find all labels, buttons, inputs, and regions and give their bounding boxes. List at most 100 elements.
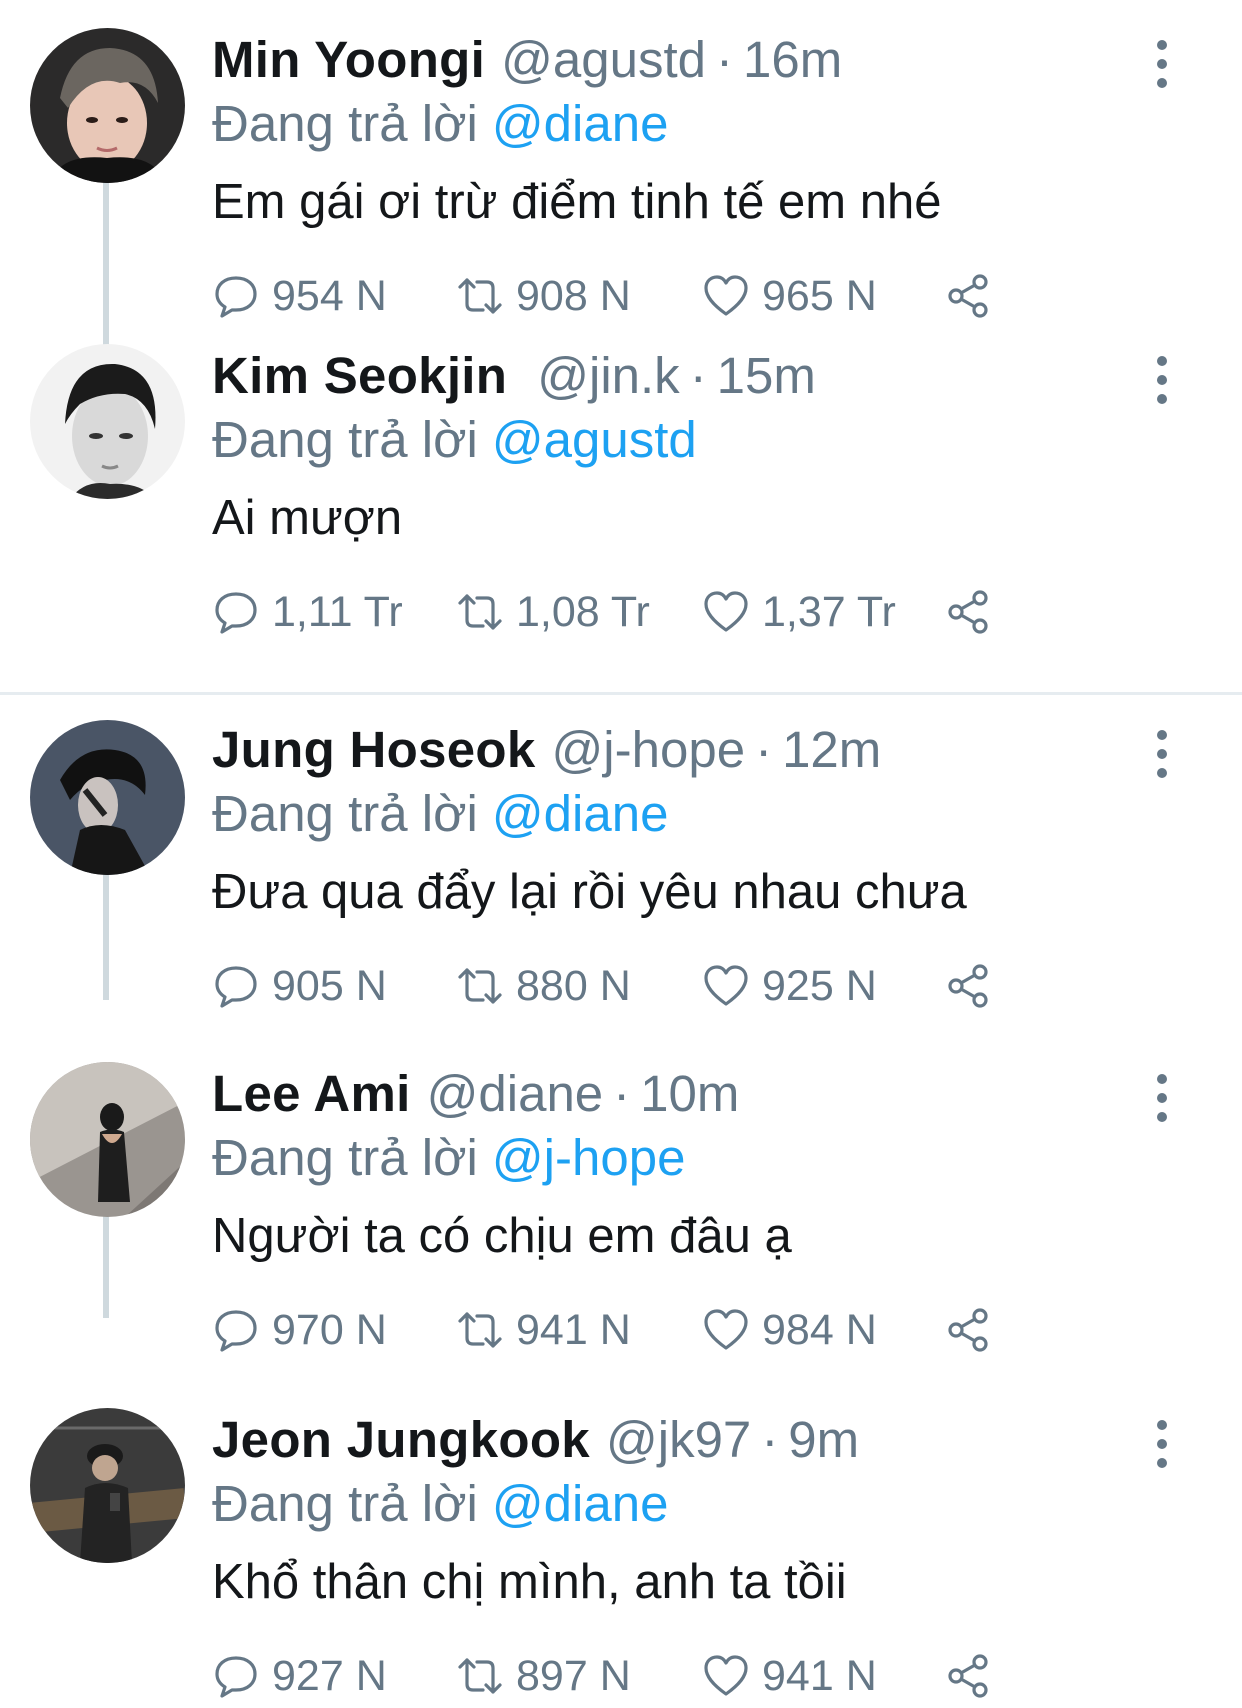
tweet-text: Em gái ơi trừ điểm tinh tế em nhé: [212, 175, 942, 229]
avatar[interactable]: [30, 1408, 185, 1563]
more-options-icon[interactable]: [1150, 1074, 1174, 1122]
timestamp[interactable]: 15m: [717, 346, 816, 406]
share-nodes-icon: [948, 274, 988, 318]
heart-outline-icon: [704, 275, 748, 316]
tweet-actions: 905 N 880 N 925 N: [212, 958, 1012, 1014]
reply-button[interactable]: 905 N: [212, 958, 387, 1014]
more-options-icon[interactable]: [1150, 730, 1174, 778]
avatar[interactable]: [30, 344, 185, 499]
timestamp[interactable]: 9m: [788, 1410, 859, 1470]
more-options-icon[interactable]: [1150, 1420, 1174, 1468]
avatar-photo-icon: [30, 28, 185, 183]
share-nodes-icon: [948, 590, 988, 634]
separator-dot: ·: [755, 721, 773, 778]
heart-outline-icon: [704, 1655, 748, 1696]
like-count: 965 N: [762, 271, 877, 320]
timestamp[interactable]: 16m: [743, 30, 842, 90]
avatar[interactable]: [30, 720, 185, 875]
share-button[interactable]: [944, 1302, 1004, 1358]
speech-bubble-icon: [215, 966, 257, 1008]
more-options-icon[interactable]: [1150, 40, 1174, 88]
share-button[interactable]: [944, 1648, 1004, 1704]
speech-bubble-icon: [215, 1310, 257, 1352]
retweet-button[interactable]: 880 N: [456, 958, 631, 1014]
replying-to-handle[interactable]: @diane: [492, 95, 669, 152]
display-name[interactable]: Jeon Jungkook: [212, 1410, 590, 1470]
tweet-header: Min Yoongi @agustd · 16m: [212, 30, 842, 90]
display-name[interactable]: Jung Hoseok: [212, 720, 536, 780]
reply-button[interactable]: 927 N: [212, 1648, 387, 1704]
avatar[interactable]: [30, 28, 185, 183]
avatar-photo-icon: [30, 720, 185, 875]
avatar[interactable]: [30, 1062, 185, 1217]
like-button[interactable]: 984 N: [702, 1302, 877, 1358]
separator-dot: ·: [761, 1411, 779, 1468]
retweet-arrows-icon: [458, 278, 502, 314]
reply-button[interactable]: 1,11 Tr: [212, 584, 403, 640]
user-handle[interactable]: @agustd: [501, 30, 706, 90]
retweet-button[interactable]: 941 N: [456, 1302, 631, 1358]
user-handle[interactable]: @diane: [427, 1064, 604, 1124]
reply-button[interactable]: 970 N: [212, 1302, 387, 1358]
tweet-text: Đưa qua đẩy lại rồi yêu nhau chưa: [212, 865, 967, 919]
reply-count: 927 N: [272, 1651, 387, 1700]
separator-dot: ·: [689, 347, 707, 404]
share-nodes-icon: [948, 964, 988, 1008]
tweet-text: Ai mượn: [212, 491, 403, 545]
tweet[interactable]: Min Yoongi @agustd · 16m Đang trả lời @di…: [0, 0, 1242, 346]
tweet-header: Lee Ami @diane · 10m: [212, 1064, 739, 1124]
replying-to-handle[interactable]: @agustd: [492, 411, 697, 468]
replying-to-label: Đang trả lời: [212, 1129, 478, 1186]
reply-count: 1,11 Tr: [272, 587, 403, 636]
replying-to-label: Đang trả lời: [212, 411, 478, 468]
replying-to: Đang trả lời @j-hope: [212, 1128, 685, 1188]
timestamp[interactable]: 10m: [640, 1064, 739, 1124]
share-button[interactable]: [944, 958, 1004, 1014]
separator-dot: ·: [613, 1065, 631, 1122]
retweet-count: 897 N: [516, 1651, 631, 1700]
replying-to: Đang trả lời @diane: [212, 784, 668, 844]
user-handle[interactable]: @jin.k: [537, 346, 679, 406]
replying-to-label: Đang trả lời: [212, 785, 478, 842]
replying-to-handle[interactable]: @diane: [492, 1475, 669, 1532]
reply-count: 954 N: [272, 271, 387, 320]
retweet-button[interactable]: 897 N: [456, 1648, 631, 1704]
like-button[interactable]: 1,37 Tr: [702, 584, 896, 640]
avatar-photo-icon: [30, 344, 185, 499]
display-name[interactable]: Lee Ami: [212, 1064, 411, 1124]
share-nodes-icon: [948, 1308, 988, 1352]
like-button[interactable]: 925 N: [702, 958, 877, 1014]
reply-count: 905 N: [272, 961, 387, 1010]
tweet[interactable]: Jeon Jungkook @jk97 · 9m Đang trả lời @di…: [0, 1380, 1242, 1708]
avatar-photo-icon: [30, 1062, 185, 1217]
reply-count: 970 N: [272, 1305, 387, 1354]
display-name[interactable]: Kim Seokjin: [212, 346, 507, 406]
display-name[interactable]: Min Yoongi: [212, 30, 485, 90]
replying-to-label: Đang trả lời: [212, 1475, 478, 1532]
speech-bubble-icon: [215, 276, 257, 318]
replying-to: Đang trả lời @agustd: [212, 410, 697, 470]
share-button[interactable]: [944, 584, 1004, 640]
retweet-count: 880 N: [516, 961, 631, 1010]
replying-to-label: Đang trả lời: [212, 95, 478, 152]
avatar-photo-icon: [30, 1408, 185, 1563]
retweet-arrows-icon: [458, 594, 502, 630]
more-options-icon[interactable]: [1150, 356, 1174, 404]
tweet[interactable]: Kim Seokjin @jin.k · 15m Đang trả lời @ag…: [0, 316, 1242, 662]
replying-to: Đang trả lời @diane: [212, 94, 668, 154]
tweet-text: Người ta có chịu em đâu ạ: [212, 1209, 792, 1263]
tweet[interactable]: Jung Hoseok @j-hope · 12m Đang trả lời @d…: [0, 690, 1242, 1036]
retweet-count: 1,08 Tr: [516, 587, 650, 636]
retweet-button[interactable]: 1,08 Tr: [456, 584, 650, 640]
timestamp[interactable]: 12m: [782, 720, 881, 780]
tweet-actions: 1,11 Tr 1,08 Tr 1,37 Tr: [212, 584, 1012, 640]
like-button[interactable]: 941 N: [702, 1648, 877, 1704]
retweet-count: 908 N: [516, 271, 631, 320]
tweet[interactable]: Lee Ami @diane · 10m Đang trả lời @j-hope…: [0, 1034, 1242, 1380]
separator-dot: ·: [715, 31, 733, 88]
user-handle[interactable]: @jk97: [606, 1410, 751, 1470]
replying-to-handle[interactable]: @diane: [492, 785, 669, 842]
replying-to-handle[interactable]: @j-hope: [492, 1129, 686, 1186]
retweet-arrows-icon: [458, 1312, 502, 1348]
user-handle[interactable]: @j-hope: [552, 720, 746, 780]
